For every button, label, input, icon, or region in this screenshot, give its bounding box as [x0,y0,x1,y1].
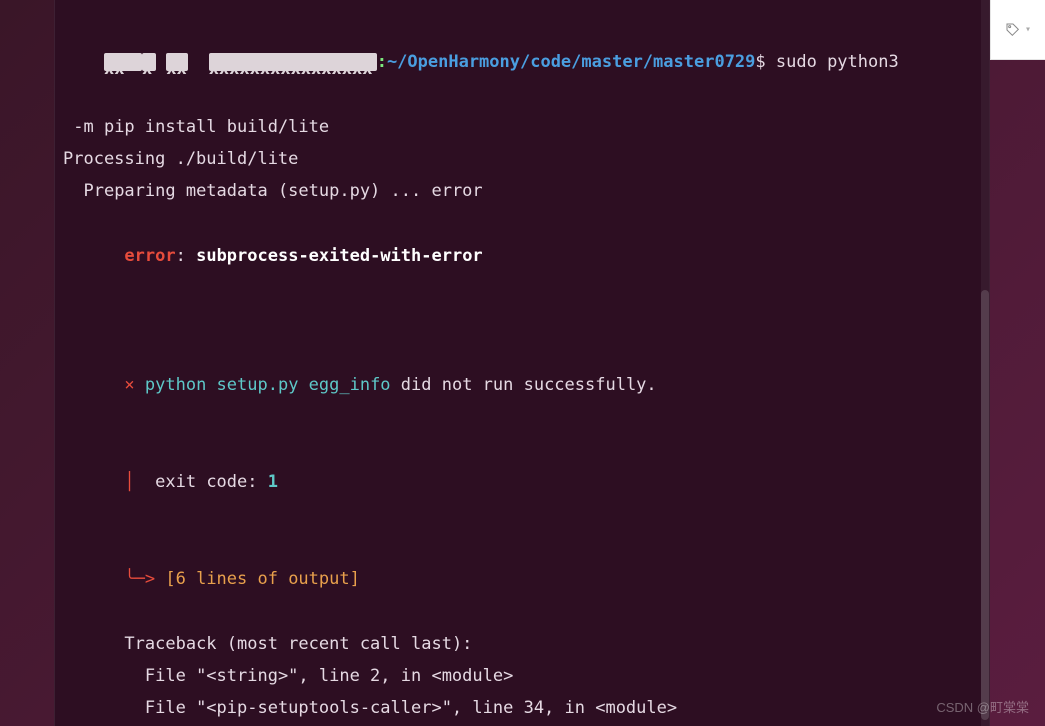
setup-fail-text: did not run successfully. [391,375,657,395]
exit-code-value: 1 [268,472,278,492]
error-message: subprocess-exited-with-error [196,246,483,266]
error-line-1: error: subprocess-exited-with-error [63,208,981,305]
prompt-path: ~/OpenHarmony/code/master/master0729 [387,52,755,72]
tree-arrow-char: ╰─> [104,569,155,589]
traceback-file-2: File "<pip-setuptools-caller>", line 34,… [63,692,981,724]
error-colon: : [176,246,196,266]
traceback-file-1: File "<string>", line 2, in <module> [63,660,981,692]
scrollbar-thumb[interactable] [981,290,989,720]
tree-line-char: │ [104,472,145,492]
traceback-header: Traceback (most recent call last): [63,628,981,660]
command-text: sudo python3 [766,52,899,72]
terminal-window[interactable]: xxx xx xxxxxxxxxxxxxxxx:~/OpenHarmony/co… [54,0,990,726]
tag-icon[interactable] [1005,22,1021,38]
blank-line [63,305,981,337]
prompt-dollar: $ [755,52,765,72]
right-toolbar[interactable]: ▾ [990,0,1045,60]
lines-output-header: ╰─> [6 lines of output] [63,531,981,628]
prompt-line: xxx xx xxxxxxxxxxxxxxxx:~/OpenHarmony/co… [63,14,981,111]
output-processing: Processing ./build/lite [63,143,981,175]
scrollbar-track[interactable] [981,0,989,726]
watermark-text: CSDN @町棠棠 [936,697,1029,716]
prompt-host-suffix: : [377,52,387,72]
exit-code-line: │ exit code: 1 [63,434,981,531]
setup-fail-line: × python setup.py egg_info did not run s… [63,337,981,434]
lines-of-output: [6 lines of output] [155,569,360,589]
setup-command: python setup.py egg_info [135,375,391,395]
command-continuation: -m pip install build/lite [63,111,981,143]
exit-code-label: exit code: [145,472,268,492]
dropdown-caret-icon[interactable]: ▾ [1025,24,1031,35]
output-preparing: Preparing metadata (setup.py) ... error [63,175,981,207]
x-icon: × [104,375,135,395]
error-label: error [104,246,176,266]
